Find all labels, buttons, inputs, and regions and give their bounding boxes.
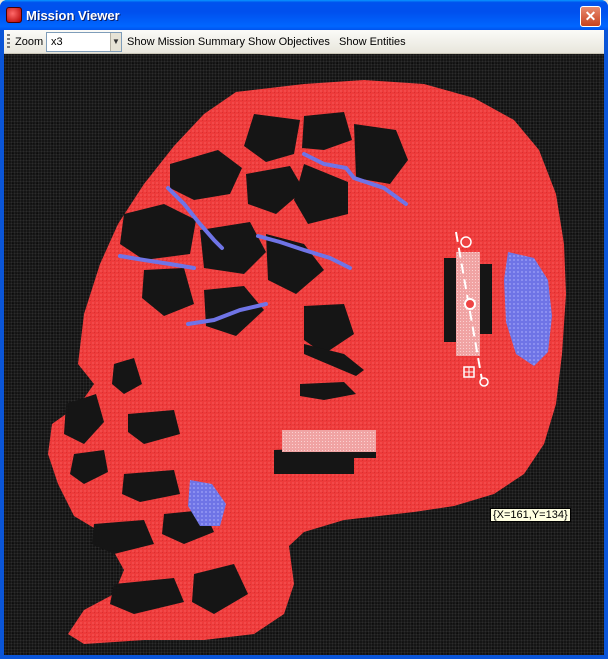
show-objectives-button[interactable]: Show Objectives — [248, 36, 330, 48]
mission-viewer-window: Mission Viewer ✕ Zoom x3 ▼ Show Mission … — [0, 0, 608, 659]
show-mission-summary-button[interactable]: Show Mission Summary — [127, 36, 245, 48]
chevron-down-icon[interactable]: ▼ — [110, 33, 121, 51]
mission-map-viewport[interactable]: {X=161,Y=134} — [4, 54, 604, 655]
coordinate-tooltip: {X=161,Y=134} — [490, 508, 571, 522]
toolbar: Zoom x3 ▼ Show Mission Summary Show Obje… — [4, 30, 604, 54]
zoom-value: x3 — [51, 36, 63, 48]
close-button[interactable]: ✕ — [580, 6, 601, 27]
window-title: Mission Viewer — [26, 8, 120, 23]
title-bar[interactable]: Mission Viewer ✕ — [0, 0, 608, 30]
platform-center — [282, 430, 376, 452]
app-icon — [6, 7, 22, 23]
mission-map[interactable] — [4, 54, 604, 655]
toolbar-grip-icon[interactable] — [7, 34, 10, 50]
zoom-select[interactable]: x3 ▼ — [46, 32, 122, 52]
zoom-label: Zoom — [15, 36, 44, 48]
show-entities-button[interactable]: Show Entities — [339, 36, 406, 48]
client-area: Zoom x3 ▼ Show Mission Summary Show Obje… — [4, 30, 604, 655]
